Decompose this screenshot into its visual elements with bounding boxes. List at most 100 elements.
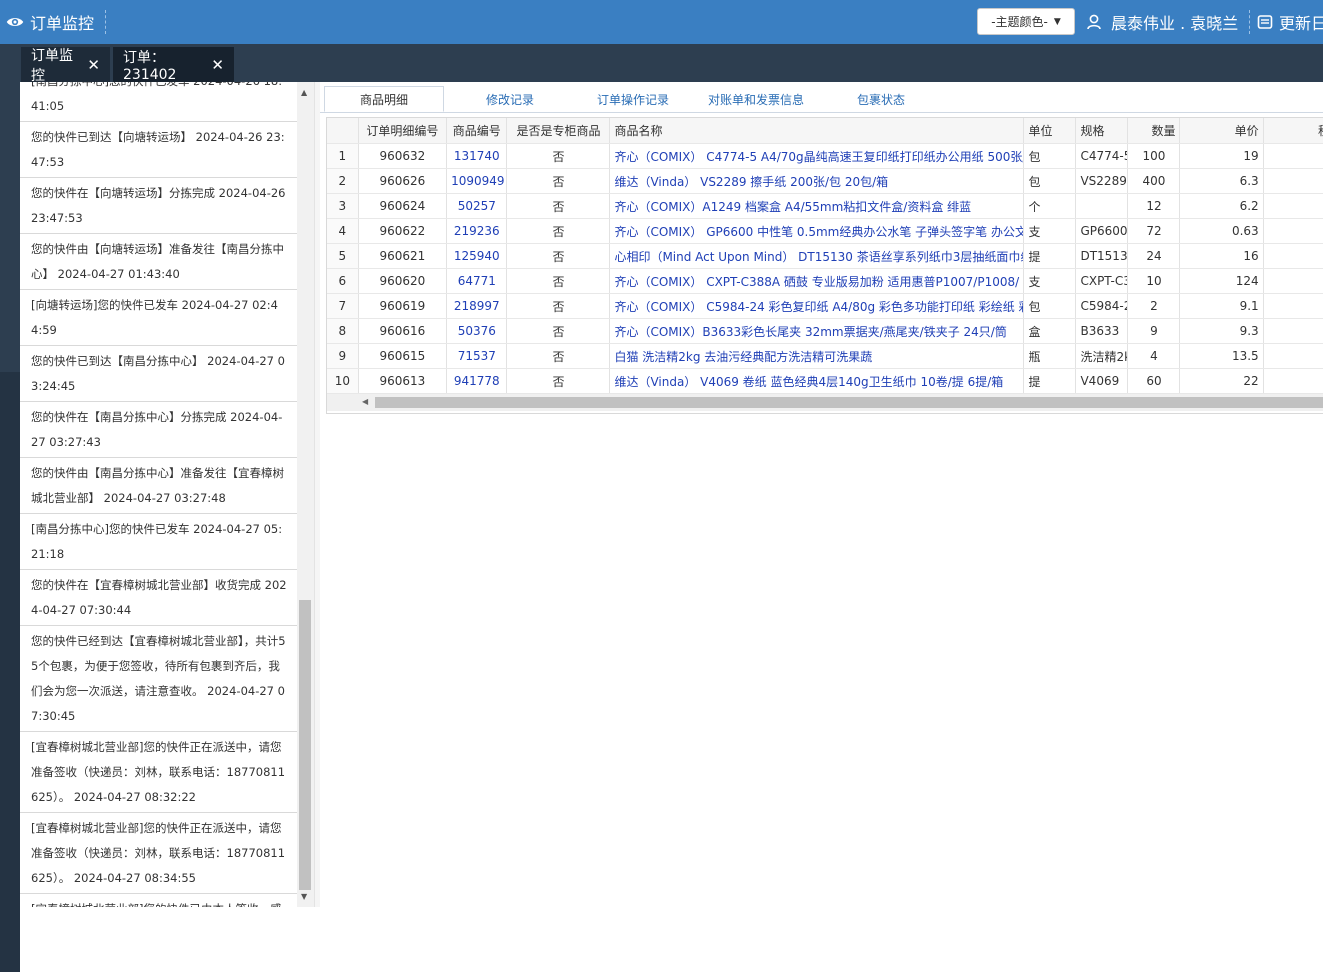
product-name-link[interactable]: 齐心（COMIX） CXPT-C388A 硒鼓 专业版易加粉 适用惠普P1007… [609,268,1025,294]
column-header[interactable]: 数量 [1127,118,1181,144]
spec-cell: VS2289 [1075,168,1129,194]
product-id-link[interactable]: 71537 [446,343,508,369]
close-icon[interactable]: ✕ [87,56,100,74]
update-log-button[interactable]: 更新日 [1257,0,1323,44]
table-row[interactable]: 3 960624 50257 否齐心（COMIX）A1249 档案盒 A4/55mm粘… [327,193,1323,219]
scroll-down-icon[interactable]: ▼ [301,892,307,901]
tab-label: 订单：231402 [123,49,177,83]
product-name-link[interactable]: 齐心（COMIX）A1249 档案盒 A4/55mm粘扣文件盒/资料盒 绯蓝 [609,193,1025,219]
tax-rate-cell: 0 [1263,243,1323,269]
tab-product-details[interactable]: 商品明细 [324,86,444,112]
unit-cell: 瓶 [1023,343,1077,369]
table-row[interactable]: 4 960622 219236 否齐心（COMIX） GP6600 中性笔 0.5mm… [327,218,1323,244]
tax-rate-cell: 0 [1263,143,1323,169]
column-header[interactable]: 商品编号 [446,118,508,144]
log-item: 您的快件在【向塘转运场】分拣完成 2024-04-26 23:47:53 [20,178,297,234]
tab-package-status[interactable]: 包裹状态 [820,86,942,112]
scroll-up-icon[interactable]: ▲ [301,88,307,97]
tax-rate-cell: 0 [1263,268,1323,294]
column-header[interactable]: 是否是专柜商品 [506,118,611,144]
tab-label: 订单操作记录 [596,92,669,107]
quantity-cell: 400 [1127,168,1181,194]
product-id-link[interactable]: 125940 [446,243,508,269]
close-icon[interactable]: ✕ [211,56,224,74]
product-id-link[interactable]: 1090949 [446,168,508,194]
header-divider [1249,10,1250,34]
detail-id-cell: 960613 [358,368,448,394]
user-menu[interactable]: 晨泰伟业 . 袁晓兰 [1087,0,1238,44]
tax-rate-cell: 0 [1263,318,1323,344]
column-header[interactable]: 单价 [1179,118,1264,144]
detail-id-cell: 960622 [358,218,448,244]
product-id-link[interactable]: 50257 [446,193,508,219]
counter-product-cell: 否 [506,318,611,344]
unit-cell: 支 [1023,218,1077,244]
product-name-link[interactable]: 白猫 洗洁精2kg 去油污经典配方洗洁精可洗果蔬 [609,343,1025,369]
table-row[interactable]: 8 960616 50376 否齐心（COMIX）B3633彩色长尾夹 32mm票据夹… [327,318,1323,344]
column-header[interactable]: 订单明细编号 [358,118,448,144]
tab-order-monitor[interactable]: 订单监控 ✕ [21,47,110,84]
detail-id-cell: 960624 [358,193,448,219]
tab-order-operation-records[interactable]: 订单操作记录 [572,86,694,112]
product-detail-grid: 订单明细编号商品编号是否是专柜商品商品名称单位规格数量单价税率 19606321… [326,117,1323,414]
product-name-link[interactable]: 齐心（COMIX） C4774-5 A4/70g晶纯高速王复印纸打印纸办公用纸 … [609,143,1025,169]
scrollbar-thumb[interactable] [375,397,1323,408]
table-row[interactable]: 9 960615 71537 否白猫 洗洁精2kg 去油污经典配方洗洁精可洗果蔬瓶洗洁… [327,343,1323,369]
spec-cell: 洗洁精2kg [1075,343,1129,369]
tab-statement-invoice[interactable]: 对账单和发票信息 [694,86,818,112]
row-number: 2 [327,168,359,194]
content-tabs: 商品明细 修改记录 订单操作记录 对账单和发票信息 包裹状态 [320,82,1323,113]
product-id-link[interactable]: 941778 [446,368,508,394]
column-header[interactable]: 商品名称 [609,118,1025,144]
row-number: 1 [327,143,359,169]
unit-price-cell: 9.3 [1179,318,1264,344]
product-id-link[interactable]: 64771 [446,268,508,294]
spec-cell: DT15130 [1075,243,1129,269]
log-scrollbar[interactable]: ▲ ▼ [297,82,314,907]
tab-modify-records[interactable]: 修改记录 [450,86,570,112]
product-name-link[interactable]: 心相印（Mind Act Upon Mind） DT15130 茶语丝享系列纸巾… [609,243,1025,269]
scroll-left-icon[interactable]: ◀ [362,397,368,406]
column-header[interactable]: 规格 [1075,118,1129,144]
update-label: 更新日 [1279,14,1323,33]
log-item: 您的快件已到达【向塘转运场】 2024-04-26 23:47:53 [20,122,297,178]
horizontal-scrollbar[interactable]: ◀ [327,394,1323,411]
table-row[interactable]: 5 960621 125940 否心相印（Mind Act Upon Mind） DT… [327,243,1323,269]
product-id-link[interactable]: 218997 [446,293,508,319]
product-name-link[interactable]: 齐心（COMIX） C5984-24 彩色复印纸 A4/80g 彩色多功能打印纸… [609,293,1025,319]
counter-product-cell: 否 [506,268,611,294]
product-name-link[interactable]: 齐心（COMIX）B3633彩色长尾夹 32mm票据夹/燕尾夹/铁夹子 24只/… [609,318,1025,344]
column-header[interactable]: 税率 [1263,118,1323,144]
spec-cell: C4774-5 [1075,143,1129,169]
row-number: 4 [327,218,359,244]
unit-price-cell: 6.3 [1179,168,1264,194]
tax-rate-cell: 0 [1263,193,1323,219]
table-row[interactable]: 10 960613 941778 否维达（Vinda） V4069 卷纸 蓝色经典4层… [327,368,1323,394]
table-row[interactable]: 7 960619 218997 否齐心（COMIX） C5984-24 彩色复印纸 A… [327,293,1323,319]
counter-product-cell: 否 [506,143,611,169]
table-row[interactable]: 2 960626 1090949 否维达（Vinda） VS2289 擦手纸 200张… [327,168,1323,194]
detail-id-cell: 960621 [358,243,448,269]
unit-price-cell: 13.5 [1179,343,1264,369]
product-name-link[interactable]: 维达（Vinda） VS2289 擦手纸 200张/包 20包/箱 [609,168,1025,194]
product-id-link[interactable]: 219236 [446,218,508,244]
table-row[interactable]: 6 960620 64771 否齐心（COMIX） CXPT-C388A 硒鼓 专业版… [327,268,1323,294]
column-header[interactable]: 单位 [1023,118,1077,144]
theme-color-select[interactable]: -主题颜色- ▼ [977,8,1075,35]
scrollbar-thumb[interactable] [299,600,311,890]
product-id-link[interactable]: 131740 [446,143,508,169]
tab-order-detail[interactable]: 订单：231402 ✕ [113,47,234,83]
counter-product-cell: 否 [506,218,611,244]
unit-cell: 提 [1023,368,1077,394]
row-number: 8 [327,318,359,344]
column-header[interactable] [327,118,359,144]
table-row[interactable]: 1 960632 131740 否齐心（COMIX） C4774-5 A4/70g晶纯… [327,143,1323,169]
top-header: 订单监控 -主题颜色- ▼ 晨泰伟业 . 袁晓兰 更新日 [0,0,1323,44]
product-name-link[interactable]: 维达（Vinda） V4069 卷纸 蓝色经典4层140g卫生纸巾 10卷/提 … [609,368,1025,394]
product-name-link[interactable]: 齐心（COMIX） GP6600 中性笔 0.5mm经典办公水笔 子弹头签字笔 … [609,218,1025,244]
unit-price-cell: 6.2 [1179,193,1264,219]
product-id-link[interactable]: 50376 [446,318,508,344]
unit-price-cell: 19 [1179,143,1264,169]
quantity-cell: 72 [1127,218,1181,244]
log-item: 您的快件在【南昌分拣中心】分拣完成 2024-04-27 03:27:43 [20,402,297,458]
